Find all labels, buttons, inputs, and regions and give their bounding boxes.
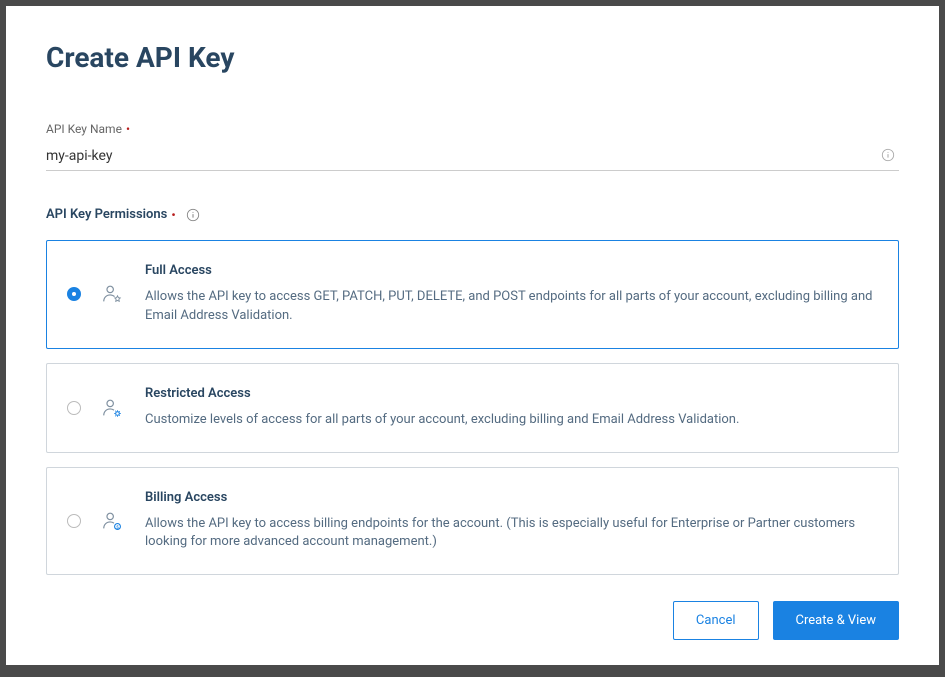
permission-option-full-access[interactable]: Full Access Allows the API key to access… (46, 240, 899, 349)
info-icon[interactable] (186, 208, 200, 222)
api-key-name-label: API Key Name • (46, 122, 899, 136)
user-dollar-icon: $ (101, 510, 123, 532)
api-key-name-field-wrap (46, 144, 899, 171)
option-description: Allows the API key to access GET, PATCH,… (145, 288, 874, 326)
permission-option-restricted-access[interactable]: Restricted Access Customize levels of ac… (46, 363, 899, 453)
create-api-key-modal: Create API Key API Key Name • API Key Pe… (6, 6, 939, 665)
info-icon[interactable] (881, 148, 895, 162)
cancel-button[interactable]: Cancel (673, 601, 759, 640)
radio-full-access[interactable] (67, 287, 81, 301)
permission-option-billing-access[interactable]: $ Billing Access Allows the API key to a… (46, 467, 899, 576)
option-text: Billing Access Allows the API key to acc… (145, 490, 874, 553)
user-gear-icon (101, 397, 123, 419)
option-text: Full Access Allows the API key to access… (145, 263, 874, 326)
option-title: Billing Access (145, 490, 874, 505)
radio-billing-access[interactable] (67, 514, 81, 528)
required-indicator: • (171, 208, 175, 222)
api-key-name-input[interactable] (46, 144, 899, 171)
permissions-label-text: API Key Permissions (46, 207, 167, 222)
option-title: Full Access (145, 263, 874, 278)
required-indicator: • (126, 122, 130, 136)
radio-restricted-access[interactable] (67, 401, 81, 415)
option-description: Customize levels of access for all parts… (145, 411, 874, 430)
create-view-button[interactable]: Create & View (773, 601, 900, 640)
api-key-name-label-text: API Key Name (46, 122, 122, 136)
modal-title: Create API Key (46, 41, 899, 74)
permissions-label: API Key Permissions • (46, 207, 899, 222)
button-row: Cancel Create & View (46, 601, 899, 640)
option-description: Allows the API key to access billing end… (145, 515, 874, 553)
option-title: Restricted Access (145, 386, 874, 401)
user-star-icon (101, 283, 123, 305)
option-text: Restricted Access Customize levels of ac… (145, 386, 874, 430)
